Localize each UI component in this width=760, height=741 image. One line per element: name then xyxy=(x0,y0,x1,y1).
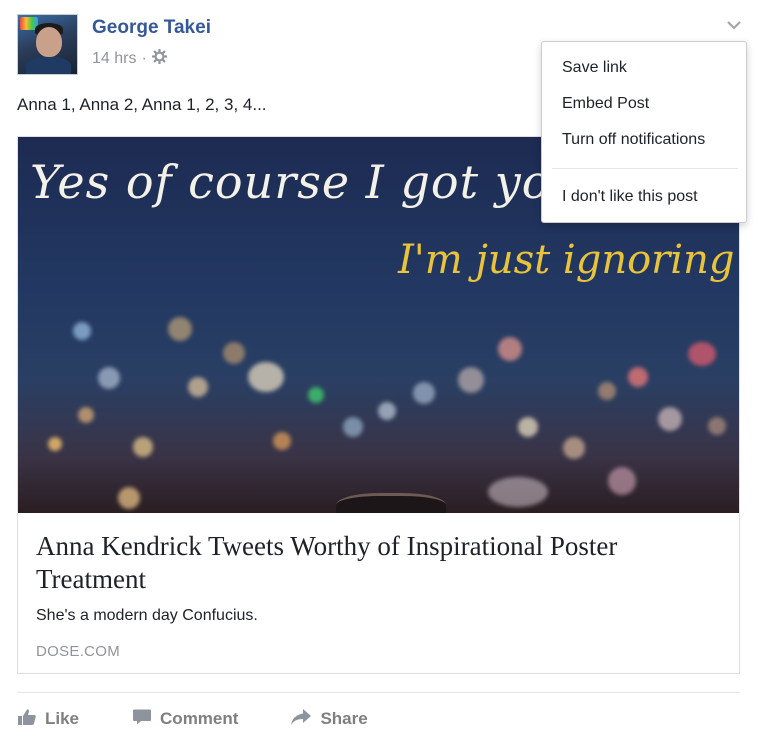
like-label: Like xyxy=(45,709,80,728)
link-title[interactable]: Anna Kendrick Tweets Worthy of Inspirati… xyxy=(36,530,726,596)
menu-item-embed-post[interactable]: Embed Post xyxy=(562,95,649,113)
meta-separator: · xyxy=(141,50,147,67)
post-meta: 14 hrs · xyxy=(92,48,168,69)
post-options-menu: Save link Embed Post Turn off notificati… xyxy=(541,41,747,223)
avatar-shirt xyxy=(26,57,71,74)
actions-divider xyxy=(17,692,740,693)
comment-icon xyxy=(132,708,152,731)
post-actions-bar: Like Comment Share xyxy=(17,706,368,732)
menu-item-dont-like-post[interactable]: I don't like this post xyxy=(562,188,698,206)
link-description: She's a modern day Confucius. xyxy=(36,607,258,624)
post-author-name[interactable]: George Takei xyxy=(92,17,211,39)
post-timestamp[interactable]: 14 hrs xyxy=(92,50,136,68)
share-button[interactable]: Share xyxy=(290,708,368,731)
gear-icon[interactable] xyxy=(151,48,168,69)
avatar-face xyxy=(36,27,62,57)
car-silhouette xyxy=(336,493,446,513)
comment-label: Comment xyxy=(160,709,239,728)
menu-separator xyxy=(552,168,738,169)
menu-item-turn-off-notifications[interactable]: Turn off notifications xyxy=(562,131,705,149)
image-caption-line2: I'm just ignoring it. xyxy=(398,237,739,283)
share-label: Share xyxy=(320,709,368,728)
post-avatar[interactable] xyxy=(17,14,78,75)
link-domain: DOSE.COM xyxy=(36,643,121,660)
post-options-chevron-down-icon[interactable] xyxy=(725,16,743,34)
like-button[interactable]: Like xyxy=(17,708,79,731)
comment-button[interactable]: Comment xyxy=(132,708,238,731)
thumbs-up-icon xyxy=(17,708,37,731)
share-arrow-icon xyxy=(290,708,312,731)
menu-item-save-link[interactable]: Save link xyxy=(562,59,627,77)
post-text: Anna 1, Anna 2, Anna 1, 2, 3, 4... xyxy=(17,95,267,114)
